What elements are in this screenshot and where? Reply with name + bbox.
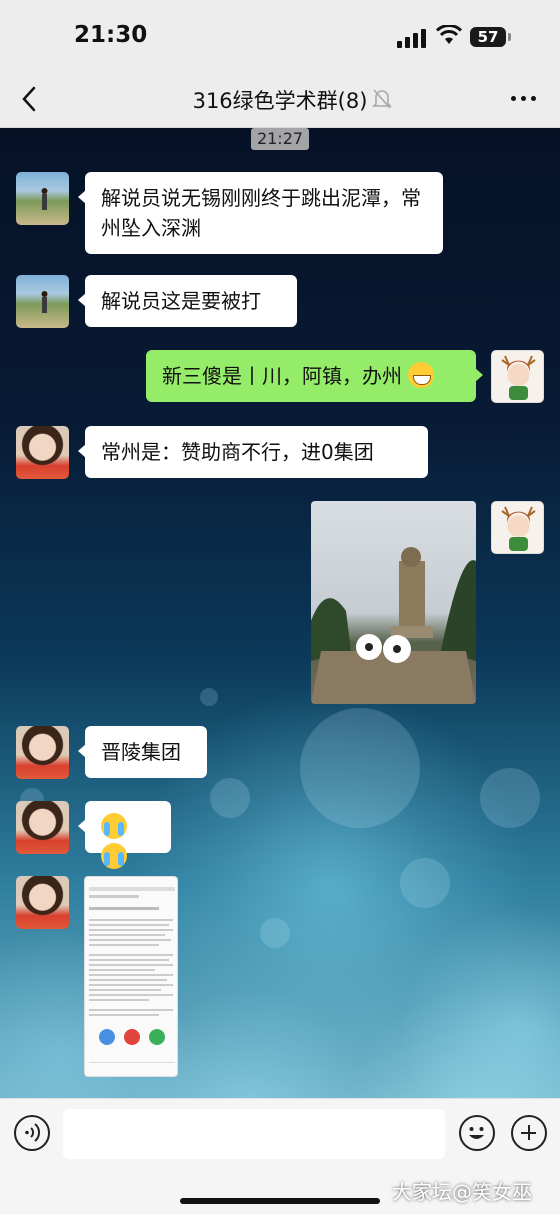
home-indicator[interactable] — [180, 1198, 380, 1204]
voice-input-button[interactable] — [14, 1115, 50, 1151]
emoji-button[interactable] — [459, 1115, 495, 1151]
crying-emoji-icon — [101, 843, 127, 869]
message-timestamp: 21:27 — [251, 128, 309, 150]
crying-emoji-icon — [101, 813, 127, 839]
avatar[interactable] — [16, 426, 69, 479]
avatar[interactable] — [16, 172, 69, 225]
more-options-icon[interactable] — [511, 96, 537, 102]
message-text: 新三傻是丨川，阿镇，办州 — [162, 364, 402, 388]
chat-header: 316绿色学术群(8) — [0, 70, 560, 128]
message-input[interactable] — [63, 1109, 445, 1159]
photo-message[interactable] — [311, 501, 476, 704]
status-bar: 21:30 57 — [0, 0, 560, 70]
emoji-message-bubble[interactable] — [78, 801, 171, 869]
avatar[interactable] — [16, 726, 69, 779]
wifi-icon — [436, 25, 462, 44]
battery-icon: 57 — [470, 27, 506, 47]
message-bubble[interactable]: 解说员这是要被打 — [78, 275, 297, 327]
mute-bell-icon — [372, 89, 392, 109]
signal-icon — [397, 28, 427, 48]
chat-area[interactable]: 21:27 解说员说无锡刚刚终于跳出泥潭，常州坠入深渊 解说员这是要被打 新三傻… — [0, 128, 560, 1098]
message-bubble[interactable]: 解说员说无锡刚刚终于跳出泥潭，常州坠入深渊 — [78, 172, 443, 254]
grin-emoji-icon — [408, 362, 435, 388]
message-bubble[interactable]: 常州是：赞助商不行，进0集团 — [78, 426, 428, 478]
my-message-bubble[interactable]: 新三傻是丨川，阿镇，办州 — [146, 350, 483, 402]
my-avatar[interactable] — [491, 350, 544, 403]
avatar[interactable] — [16, 876, 69, 929]
chat-title[interactable]: 316绿色学术群(8) — [0, 85, 560, 115]
status-time: 21:30 — [74, 22, 148, 48]
watermark: 大家坛@笑女巫 — [392, 1180, 532, 1204]
avatar[interactable] — [16, 801, 69, 854]
message-bubble[interactable]: 晋陵集团 — [78, 726, 207, 778]
avatar[interactable] — [16, 275, 69, 328]
more-functions-button[interactable] — [511, 1115, 547, 1151]
my-avatar[interactable] — [491, 501, 544, 554]
screenshot-image-message[interactable] — [84, 876, 178, 1077]
